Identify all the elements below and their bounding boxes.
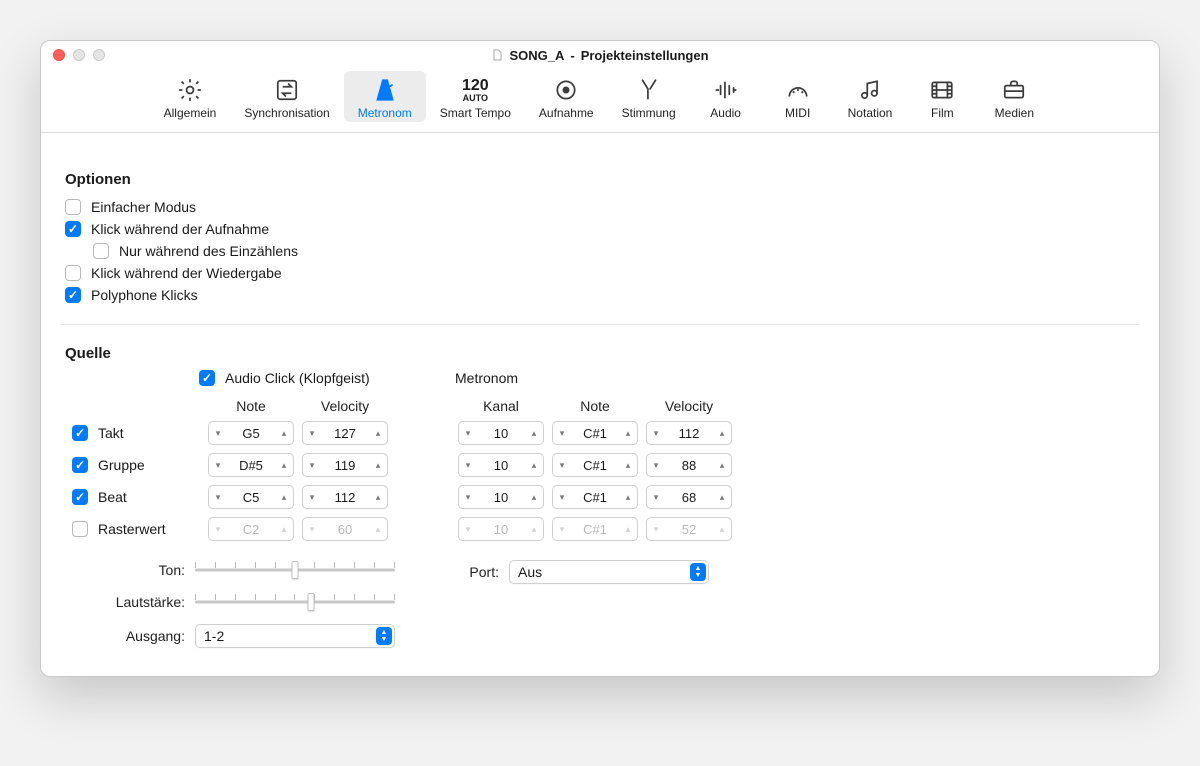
metronome-header-label: Metronom: [455, 370, 518, 386]
beat-velocity-stepper[interactable]: ▾112▴: [302, 485, 388, 509]
takt-channel-stepper[interactable]: ▾10▴: [458, 421, 544, 445]
click-during-playback-label: Klick während der Wiedergabe: [91, 265, 282, 281]
project-settings-window: SONG_A - Projekteinstellungen Allgemein …: [40, 40, 1160, 677]
col-velocity: Velocity: [301, 398, 389, 414]
polyphonic-clicks-checkbox[interactable]: [65, 287, 81, 303]
chevron-up-down-icon: ▲▼: [376, 627, 392, 645]
tab-recording[interactable]: Aufnahme: [525, 71, 608, 122]
tab-film[interactable]: Film: [906, 71, 978, 122]
output-label: Ausgang:: [65, 628, 185, 644]
output-select[interactable]: 1-2 ▲▼: [195, 624, 395, 648]
tab-sync[interactable]: Synchronisation: [230, 71, 343, 122]
midi-icon: [781, 75, 815, 105]
tone-label: Ton:: [65, 562, 185, 578]
beat-note-stepper[interactable]: ▾C5▴: [208, 485, 294, 509]
gruppe-velocity-stepper[interactable]: ▾119▴: [302, 453, 388, 477]
document-icon: [491, 49, 503, 61]
window-title-project: SONG_A: [509, 48, 564, 63]
beat-mvel-stepper[interactable]: ▾68▴: [646, 485, 732, 509]
chevron-up-down-icon: ▲▼: [690, 563, 706, 581]
audio-click-checkbox[interactable]: [199, 370, 215, 386]
window-traffic-lights: [53, 49, 105, 61]
port-label: Port:: [451, 564, 499, 580]
gruppe-checkbox[interactable]: [72, 457, 88, 473]
table-row: Takt ▾G5▴ ▾127▴: [71, 420, 389, 446]
window-title-section: Projekteinstellungen: [581, 48, 709, 63]
metronome-icon: [368, 75, 402, 105]
tuning-fork-icon: [632, 75, 666, 105]
tab-midi[interactable]: MIDI: [762, 71, 834, 122]
minimize-window-button[interactable]: [73, 49, 85, 61]
takt-mvel-stepper[interactable]: ▾112▴: [646, 421, 732, 445]
tab-smart-tempo[interactable]: 120AUTO Smart Tempo: [426, 71, 525, 122]
film-icon: [925, 75, 959, 105]
col-note-midi: Note: [551, 398, 639, 414]
tab-tuning[interactable]: Stimmung: [608, 71, 690, 122]
takt-mnote-stepper[interactable]: ▾C#1▴: [552, 421, 638, 445]
beat-checkbox[interactable]: [72, 489, 88, 505]
simple-mode-label: Einfacher Modus: [91, 199, 196, 215]
settings-toolbar: Allgemein Synchronisation Metronom 120AU…: [41, 69, 1159, 133]
options-section-title: Optionen: [65, 171, 1135, 188]
takt-checkbox[interactable]: [72, 425, 88, 441]
tempo-icon: 120AUTO: [458, 75, 492, 105]
audio-click-table: Note Velocity Takt ▾G5▴ ▾127▴ Gruppe ▾D#…: [65, 392, 395, 548]
close-window-button[interactable]: [53, 49, 65, 61]
col-velocity-midi: Velocity: [645, 398, 733, 414]
polyphonic-clicks-label: Polyphone Klicks: [91, 287, 198, 303]
table-row: ▾10▴ ▾C#1▴ ▾88▴: [457, 452, 733, 478]
port-select[interactable]: Aus ▲▼: [509, 560, 709, 584]
notation-icon: [853, 75, 887, 105]
gruppe-mnote-stepper[interactable]: ▾C#1▴: [552, 453, 638, 477]
zoom-window-button[interactable]: [93, 49, 105, 61]
table-row: Rasterwert ▾C2▴ ▾60▴: [71, 516, 389, 542]
record-icon: [549, 75, 583, 105]
raster-note-stepper[interactable]: ▾C2▴: [208, 517, 294, 541]
raster-mnote-stepper[interactable]: ▾C#1▴: [552, 517, 638, 541]
sync-icon: [270, 75, 304, 105]
table-row: ▾10▴ ▾C#1▴ ▾68▴: [457, 484, 733, 510]
table-row: Beat ▾C5▴ ▾112▴: [71, 484, 389, 510]
briefcase-icon: [997, 75, 1031, 105]
table-row: ▾10▴ ▾C#1▴ ▾52▴: [457, 516, 733, 542]
only-during-countin-checkbox[interactable]: [93, 243, 109, 259]
volume-slider[interactable]: [195, 592, 395, 612]
gruppe-note-stepper[interactable]: ▾D#5▴: [208, 453, 294, 477]
tab-general[interactable]: Allgemein: [150, 71, 231, 122]
tone-slider[interactable]: [195, 560, 395, 580]
source-section-title: Quelle: [65, 345, 1135, 362]
table-row: Gruppe ▾D#5▴ ▾119▴: [71, 452, 389, 478]
tab-assets[interactable]: Medien: [978, 71, 1050, 122]
midi-metronome-table: Kanal Note Velocity ▾10▴ ▾C#1▴ ▾112▴ ▾10…: [451, 392, 739, 548]
raster-checkbox[interactable]: [72, 521, 88, 537]
raster-velocity-stepper[interactable]: ▾60▴: [302, 517, 388, 541]
simple-mode-checkbox[interactable]: [65, 199, 81, 215]
click-during-record-label: Klick während der Aufnahme: [91, 221, 269, 237]
table-row: ▾10▴ ▾C#1▴ ▾112▴: [457, 420, 733, 446]
volume-label: Lautstärke:: [65, 594, 185, 610]
col-note: Note: [207, 398, 295, 414]
raster-mvel-stepper[interactable]: ▾52▴: [646, 517, 732, 541]
tab-metronome[interactable]: Metronom: [344, 71, 426, 122]
tab-audio[interactable]: Audio: [690, 71, 762, 122]
col-channel: Kanal: [457, 398, 545, 414]
gruppe-channel-stepper[interactable]: ▾10▴: [458, 453, 544, 477]
takt-velocity-stepper[interactable]: ▾127▴: [302, 421, 388, 445]
tab-notation[interactable]: Notation: [834, 71, 907, 122]
beat-mnote-stepper[interactable]: ▾C#1▴: [552, 485, 638, 509]
waveform-icon: [709, 75, 743, 105]
gruppe-mvel-stepper[interactable]: ▾88▴: [646, 453, 732, 477]
raster-channel-stepper[interactable]: ▾10▴: [458, 517, 544, 541]
gear-icon: [173, 75, 207, 105]
beat-channel-stepper[interactable]: ▾10▴: [458, 485, 544, 509]
takt-note-stepper[interactable]: ▾G5▴: [208, 421, 294, 445]
click-during-playback-checkbox[interactable]: [65, 265, 81, 281]
titlebar: SONG_A - Projekteinstellungen: [41, 41, 1159, 69]
click-during-record-checkbox[interactable]: [65, 221, 81, 237]
audio-click-label: Audio Click (Klopfgeist): [225, 370, 370, 386]
only-during-countin-label: Nur während des Einzählens: [119, 243, 298, 259]
